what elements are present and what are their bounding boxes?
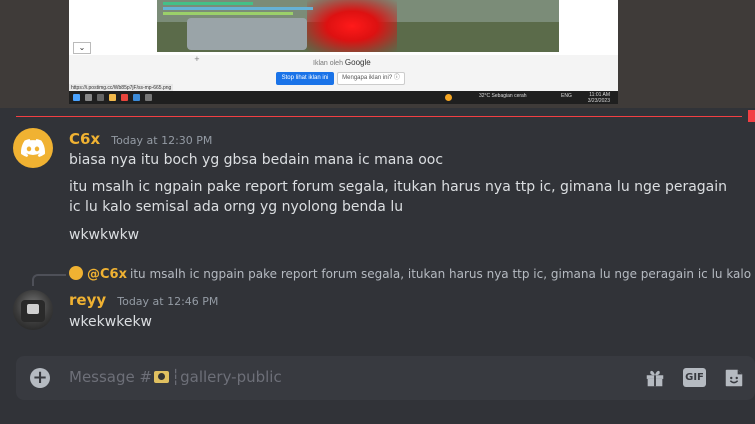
message-composer[interactable]: + Message # ┆gallery-public GIF xyxy=(16,356,755,400)
timestamp: Today at 12:46 PM xyxy=(117,295,219,308)
camera-emoji-icon xyxy=(154,371,170,383)
reply-text: itu msalh ic ngpain pake report forum se… xyxy=(129,267,755,281)
app-icon xyxy=(145,94,152,101)
chrome-icon xyxy=(121,94,128,101)
add-circle-icon[interactable]: + xyxy=(30,368,50,388)
message-text: wkekwkekw xyxy=(69,314,153,330)
avatar[interactable] xyxy=(13,290,53,330)
discord-logo-icon xyxy=(21,139,45,157)
username[interactable]: reyy xyxy=(69,291,106,309)
plus-icon: + xyxy=(194,55,200,63)
ad-attribution: Iklan oleh Google xyxy=(313,58,371,67)
app-icon xyxy=(133,94,140,101)
weather-text: 32°C Sebagian cerah xyxy=(479,93,527,99)
message-header: reyy Today at 12:46 PM xyxy=(69,290,218,309)
explorer-icon xyxy=(109,94,116,101)
reply-connector xyxy=(32,274,66,286)
reply-avatar xyxy=(69,266,83,280)
taskbar: 32°C Sebagian cerah ENG 11:01 AM 3/23/20… xyxy=(69,91,618,104)
new-messages-divider xyxy=(16,116,742,117)
gif-icon[interactable]: GIF xyxy=(683,368,706,387)
task-view-icon xyxy=(97,94,104,101)
reply-preview[interactable]: @C6x itu msalh ic ngpain pake report foru… xyxy=(69,266,755,284)
message-header: C6x Today at 12:30 PM xyxy=(69,129,212,148)
weather-icon xyxy=(445,94,452,101)
language-indicator: ENG xyxy=(561,93,572,99)
search-icon xyxy=(85,94,92,101)
avatar[interactable] xyxy=(13,128,53,168)
reply-username[interactable]: @C6x xyxy=(87,267,127,282)
windows-start-icon xyxy=(73,94,80,101)
username[interactable]: C6x xyxy=(69,130,100,148)
embedded-screenshot-image[interactable]: ⌄ + Iklan oleh Google Stop lihat iklan i… xyxy=(69,0,618,104)
game-scene xyxy=(157,0,559,52)
chevron-down-icon[interactable]: ⌄ xyxy=(73,42,91,54)
gift-icon[interactable] xyxy=(644,367,666,389)
message-text: biasa nya itu boch yg gbsa bedain mana i… xyxy=(69,152,444,168)
clock: 11:01 AM 3/23/2023 xyxy=(587,92,610,104)
message-text: wkwkwkw xyxy=(69,227,140,243)
message-input[interactable]: Message # ┆gallery-public xyxy=(69,368,282,386)
new-messages-marker xyxy=(748,110,755,122)
timestamp: Today at 12:30 PM xyxy=(111,134,213,147)
stop-ad-button[interactable]: Stop lihat iklan ini xyxy=(276,72,334,85)
sticker-icon[interactable] xyxy=(723,367,745,389)
why-ad-button[interactable]: Mengapa iklan ini? ⓘ xyxy=(337,72,405,85)
message-text: itu msalh ic ngpain pake report forum se… xyxy=(69,179,728,215)
embedded-screenshot-area: ⌄ + Iklan oleh Google Stop lihat iklan i… xyxy=(0,0,755,108)
